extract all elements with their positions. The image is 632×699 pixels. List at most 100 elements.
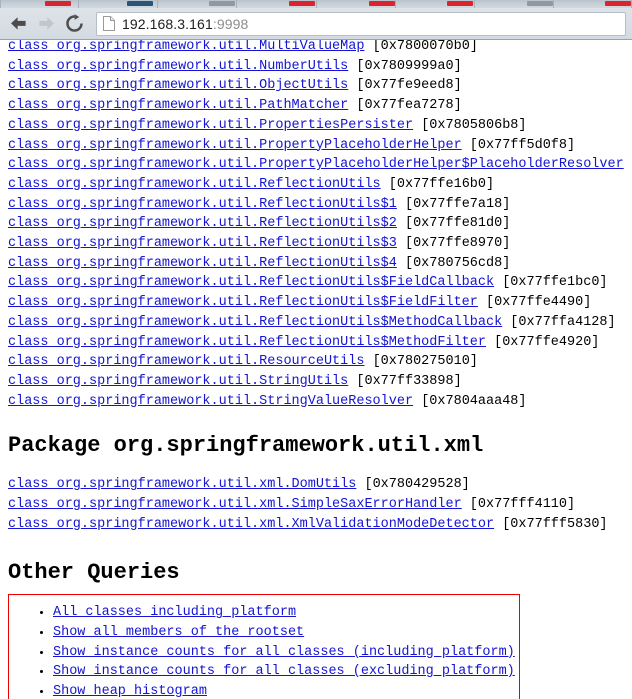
class-row: class org.springframework.util.xml.XmlVa… — [8, 515, 632, 535]
forward-arrow-icon — [37, 15, 56, 32]
class-row: class org.springframework.util.PropertyP… — [8, 155, 632, 175]
other-queries-box: All classes including platform Show all m… — [8, 594, 520, 699]
class-row: class org.springframework.util.StringVal… — [8, 392, 632, 412]
browser-tab-strip[interactable] — [0, 0, 632, 8]
class-link[interactable]: class org.springframework.util.Reflectio… — [8, 216, 397, 231]
reload-icon — [65, 14, 84, 33]
tab-favicon[interactable] — [605, 1, 631, 6]
other-query-item: Show all members of the rootset — [53, 623, 519, 643]
other-query-item: Show instance counts for all classes (ex… — [53, 662, 519, 682]
class-link[interactable]: class org.springframework.util.ResourceU… — [8, 354, 364, 369]
class-row: class org.springframework.util.Reflectio… — [8, 175, 632, 195]
other-queries-heading: Other Queries — [8, 560, 632, 585]
class-address: [0x7805806b8] — [421, 118, 526, 133]
tab-favicon[interactable] — [289, 1, 315, 6]
class-row: class org.springframework.util.Reflectio… — [8, 273, 632, 293]
class-row: class org.springframework.util.MultiValu… — [8, 40, 632, 57]
address-bar-url: 192.168.3.161:9998 — [122, 16, 248, 32]
url-port: :9998 — [213, 16, 249, 32]
class-row: class org.springframework.util.Reflectio… — [8, 234, 632, 254]
class-link[interactable]: class org.springframework.util.StringVal… — [8, 394, 413, 409]
class-address: [0x780429528] — [364, 477, 469, 492]
class-row: class org.springframework.util.Reflectio… — [8, 293, 632, 313]
class-address: [0x77ffe4920] — [494, 335, 599, 350]
class-link[interactable]: class org.springframework.util.ObjectUti… — [8, 78, 348, 93]
class-row: class org.springframework.util.Reflectio… — [8, 313, 632, 333]
class-address: [0x77fea7278] — [356, 98, 461, 113]
class-list-util-xml: class org.springframework.util.xml.DomUt… — [8, 475, 632, 534]
class-row: class org.springframework.util.xml.DomUt… — [8, 475, 632, 495]
other-query-item: All classes including platform — [53, 603, 519, 623]
class-link[interactable]: class org.springframework.util.Reflectio… — [8, 315, 502, 330]
class-link[interactable]: class org.springframework.util.Reflectio… — [8, 275, 494, 290]
class-address: [0x780756cd8] — [405, 256, 510, 271]
tab-favicon[interactable] — [447, 1, 473, 6]
class-row: class org.springframework.util.Propertie… — [8, 116, 632, 136]
other-query-link[interactable]: Show all members of the rootset — [53, 625, 304, 640]
class-address: [0x77ffa4128] — [510, 315, 615, 330]
class-address: [0x77ffe7a18] — [405, 197, 510, 212]
class-link[interactable]: class org.springframework.util.StringUti… — [8, 374, 348, 389]
class-link[interactable]: class org.springframework.util.PathMatch… — [8, 98, 348, 113]
class-link[interactable]: class org.springframework.util.Reflectio… — [8, 197, 397, 212]
tab-favicon[interactable] — [369, 1, 395, 6]
class-row: class org.springframework.util.ResourceU… — [8, 352, 632, 372]
class-address: [0x780275010] — [373, 354, 478, 369]
class-row: class org.springframework.util.Reflectio… — [8, 195, 632, 215]
class-address: [0x77fe9eed8] — [356, 78, 461, 93]
class-row: class org.springframework.util.ObjectUti… — [8, 76, 632, 96]
browser-chrome: 192.168.3.161:9998 — [0, 0, 632, 40]
class-link[interactable]: class org.springframework.util.Reflectio… — [8, 177, 381, 192]
other-query-link[interactable]: All classes including platform — [53, 605, 296, 620]
class-address: [0x7809999a0] — [356, 59, 461, 74]
class-link[interactable]: class org.springframework.util.PropertyP… — [8, 138, 462, 153]
class-link[interactable]: class org.springframework.util.MultiValu… — [8, 40, 364, 54]
class-address: [0x77ffe1bc0] — [502, 275, 607, 290]
other-query-item: Show heap histogram — [53, 682, 519, 699]
class-link[interactable]: class org.springframework.util.xml.XmlVa… — [8, 517, 494, 532]
class-row: class org.springframework.util.xml.Simpl… — [8, 495, 632, 515]
class-link[interactable]: class org.springframework.util.Propertie… — [8, 118, 413, 133]
class-row: class org.springframework.util.Reflectio… — [8, 214, 632, 234]
other-queries-list: All classes including platform Show all m… — [9, 603, 519, 699]
class-link[interactable]: class org.springframework.util.Reflectio… — [8, 236, 397, 251]
class-address: [0x77fff4110] — [470, 497, 575, 512]
back-button[interactable] — [4, 11, 32, 37]
class-link[interactable]: class org.springframework.util.xml.Simpl… — [8, 497, 462, 512]
class-link[interactable]: class org.springframework.util.NumberUti… — [8, 59, 348, 74]
class-address: [0x77ffe4490] — [486, 295, 591, 310]
class-link[interactable]: class org.springframework.util.PropertyP… — [8, 157, 624, 172]
tab-favicon[interactable] — [45, 1, 71, 6]
class-link[interactable]: class org.springframework.util.xml.DomUt… — [8, 477, 356, 492]
class-address: [0x7804aaa48] — [421, 394, 526, 409]
class-address: [0x7800070b0] — [373, 40, 478, 54]
other-query-link[interactable]: Show instance counts for all classes (ex… — [53, 664, 515, 679]
tab-favicon[interactable] — [127, 1, 153, 6]
class-row: class org.springframework.util.StringUti… — [8, 372, 632, 392]
class-list-util: class org.springframework.util.MultiValu… — [8, 40, 632, 411]
package-heading: Package org.springframework.util.xml — [8, 433, 632, 458]
forward-button[interactable] — [32, 11, 60, 37]
class-row: class org.springframework.util.Reflectio… — [8, 254, 632, 274]
browser-toolbar: 192.168.3.161:9998 — [0, 8, 632, 40]
class-link[interactable]: class org.springframework.util.Reflectio… — [8, 256, 397, 271]
class-link[interactable]: class org.springframework.util.Reflectio… — [8, 295, 478, 310]
class-row: class org.springframework.util.PathMatch… — [8, 96, 632, 116]
class-address: [0x77ffe8970] — [405, 236, 510, 251]
class-link[interactable]: class org.springframework.util.Reflectio… — [8, 335, 486, 350]
other-query-link[interactable]: Show heap histogram — [53, 684, 207, 699]
class-address: [0x77fff5830] — [502, 517, 607, 532]
class-row: class org.springframework.util.PropertyP… — [8, 136, 632, 156]
tab-favicon[interactable] — [527, 1, 553, 6]
class-address: [0x77ffe81d0] — [405, 216, 510, 231]
address-bar[interactable]: 192.168.3.161:9998 — [96, 12, 626, 36]
back-arrow-icon — [9, 15, 28, 32]
class-address: [0x77ffe16b0] — [389, 177, 494, 192]
other-query-link[interactable]: Show instance counts for all classes (in… — [53, 645, 515, 660]
url-host: 192.168.3.161 — [122, 16, 213, 32]
other-query-item: Show instance counts for all classes (in… — [53, 643, 519, 663]
class-row: class org.springframework.util.Reflectio… — [8, 333, 632, 353]
reload-button[interactable] — [60, 11, 88, 37]
class-address: [0x77ff33898] — [356, 374, 461, 389]
tab-favicon[interactable] — [209, 1, 235, 6]
